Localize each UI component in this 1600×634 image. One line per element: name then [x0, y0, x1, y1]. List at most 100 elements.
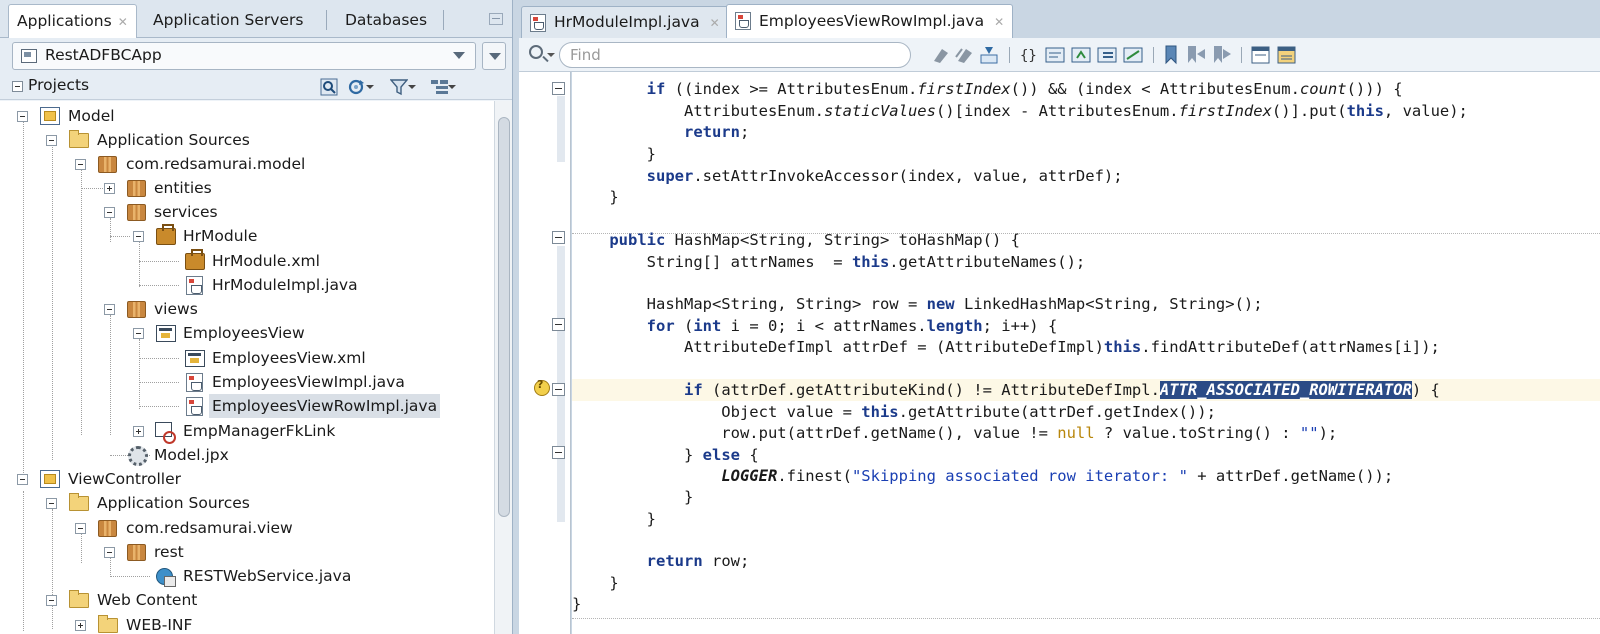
split-vertical-icon[interactable]: [1277, 45, 1297, 65]
tree-node-empmanagerfklink[interactable]: EmpManagerFkLink: [0, 419, 494, 444]
collapse-icon[interactable]: [75, 523, 86, 534]
code-line[interactable]: [572, 529, 1600, 551]
filter-icon[interactable]: [389, 78, 416, 96]
tree-node-restwebservice-java[interactable]: RESTWebService.java: [0, 564, 494, 588]
tree-node-web-inf[interactable]: WEB-INF: [0, 613, 494, 634]
close-icon[interactable]: ✕: [118, 15, 128, 29]
previous-bookmark-icon[interactable]: [1185, 45, 1205, 65]
collapse-icon[interactable]: [75, 159, 86, 170]
tree-node-model[interactable]: Model: [0, 104, 494, 128]
tree-node-hrmodule-xml[interactable]: HrModule.xml: [0, 249, 494, 273]
code-line[interactable]: }: [572, 593, 1600, 615]
tree-node-employeesview[interactable]: EmployeesView: [0, 321, 494, 345]
tree-node-rest[interactable]: rest: [0, 540, 494, 564]
code-line[interactable]: [572, 208, 1600, 230]
code-line[interactable]: AttributeDefImpl attrDef = (AttributeDef…: [572, 336, 1600, 358]
tree-node-employeesviewrowimpl-java[interactable]: EmployeesViewRowImpl.java: [0, 394, 494, 418]
application-menu-button[interactable]: [482, 42, 506, 70]
collapse-icon[interactable]: [12, 81, 23, 92]
tab-databases[interactable]: Databases: [337, 4, 435, 38]
close-icon[interactable]: ✕: [994, 15, 1004, 29]
view-options-icon[interactable]: [430, 78, 456, 96]
code-line[interactable]: return row;: [572, 550, 1600, 572]
collapse-icon[interactable]: [104, 547, 115, 558]
tree-node-hrmoduleimpl-java[interactable]: HrModuleImpl.java: [0, 273, 494, 297]
tree-node-package[interactable]: com.redsamurai.view: [0, 516, 494, 540]
code-assist-bulb-icon[interactable]: [533, 378, 550, 398]
collapse-icon[interactable]: [17, 111, 28, 122]
uncomment-icon[interactable]: [1071, 45, 1091, 65]
collapse-icon[interactable]: [46, 595, 57, 606]
find-input[interactable]: [559, 42, 911, 68]
collapse-icon[interactable]: [17, 474, 28, 485]
code-line[interactable]: LOGGER.finest("Skipping associated row i…: [572, 465, 1600, 487]
fold-icon[interactable]: [552, 82, 565, 95]
code-line[interactable]: return;: [572, 121, 1600, 143]
refresh-icon[interactable]: [348, 78, 374, 96]
code-line[interactable]: [572, 272, 1600, 294]
code-line[interactable]: }: [572, 508, 1600, 530]
expand-icon[interactable]: [75, 620, 86, 631]
tree-node-model-jpx[interactable]: Model.jpx: [0, 443, 494, 467]
bookmark-icon[interactable]: [1163, 45, 1183, 65]
tab-applications[interactable]: Applications ✕: [8, 4, 137, 38]
tab-employeesviewrowimpl-java[interactable]: EmployeesViewRowImpl.java ✕: [726, 4, 1014, 38]
code-editor[interactable]: if ((index >= AttributesEnum.firstIndex(…: [572, 72, 1600, 634]
split-horizontal-icon[interactable]: [1251, 45, 1271, 65]
braces-icon[interactable]: {}: [1019, 45, 1039, 65]
tree-scrollbar[interactable]: [494, 101, 512, 634]
application-selector[interactable]: RestADFBCApp: [12, 42, 476, 70]
collapse-icon[interactable]: [46, 135, 57, 146]
code-line[interactable]: String[] attrNames = this.getAttributeNa…: [572, 251, 1600, 273]
collapse-icon[interactable]: [46, 498, 57, 509]
fold-icon[interactable]: [552, 231, 565, 244]
code-line[interactable]: }: [572, 486, 1600, 508]
find-next-icon[interactable]: [955, 45, 975, 65]
chevron-down-icon[interactable]: [547, 53, 555, 57]
fold-icon[interactable]: [552, 318, 565, 331]
code-line[interactable]: Object value = this.getAttribute(attrDef…: [572, 401, 1600, 423]
next-bookmark-icon[interactable]: [1211, 45, 1231, 65]
code-line[interactable]: AttributesEnum.staticValues()[index - At…: [572, 100, 1600, 122]
expand-icon[interactable]: [133, 426, 144, 437]
close-icon[interactable]: ✕: [710, 16, 720, 30]
locate-in-tree-icon[interactable]: [320, 78, 338, 96]
code-line[interactable]: }: [572, 143, 1600, 165]
code-line[interactable]: } else {: [572, 444, 1600, 466]
collapse-icon[interactable]: [104, 207, 115, 218]
code-line[interactable]: if ((index >= AttributesEnum.firstIndex(…: [572, 78, 1600, 100]
code-line[interactable]: for (int i = 0; i < attrNames.length; i+…: [572, 315, 1600, 337]
tree-node-application-sources[interactable]: Application Sources: [0, 491, 494, 515]
minimize-icon[interactable]: [489, 13, 503, 25]
tree-node-employeesviewimpl-java[interactable]: EmployeesViewImpl.java: [0, 370, 494, 394]
code-line[interactable]: }: [572, 186, 1600, 208]
tree-node-entities[interactable]: entities: [0, 176, 494, 200]
search-icon[interactable]: [529, 45, 543, 59]
outdent-icon[interactable]: [1123, 45, 1143, 65]
comment-icon[interactable]: [1045, 45, 1065, 65]
tree-node-hrmodule[interactable]: HrModule: [0, 224, 494, 248]
find-previous-icon[interactable]: [931, 45, 951, 65]
tree-node-services[interactable]: services: [0, 200, 494, 224]
collapse-icon[interactable]: [133, 231, 144, 242]
code-line[interactable]: if (attrDef.getAttributeKind() != Attrib…: [572, 379, 1600, 401]
fold-icon[interactable]: [552, 446, 565, 459]
scrollbar-thumb[interactable]: [498, 117, 510, 517]
tree-node-application-sources[interactable]: Application Sources: [0, 128, 494, 152]
tree-node-viewcontroller[interactable]: ViewController: [0, 467, 494, 491]
tree-node-package[interactable]: com.redsamurai.model: [0, 152, 494, 176]
code-line[interactable]: super.setAttrInvokeAccessor(index, value…: [572, 165, 1600, 187]
code-line[interactable]: public HashMap<String, String> toHashMap…: [572, 229, 1600, 251]
code-line[interactable]: row.put(attrDef.getName(), value != null…: [572, 422, 1600, 444]
tab-hrmoduleimpl-java[interactable]: HrModuleImpl.java ✕: [521, 6, 729, 38]
expand-icon[interactable]: [104, 183, 115, 194]
highlight-occurrences-icon[interactable]: [979, 45, 999, 65]
tree-node-web-content[interactable]: Web Content: [0, 588, 494, 612]
code-line[interactable]: HashMap<String, String> row = new Linked…: [572, 293, 1600, 315]
collapse-icon[interactable]: [133, 328, 144, 339]
code-line[interactable]: }: [572, 572, 1600, 594]
indent-icon[interactable]: [1097, 45, 1117, 65]
collapse-icon[interactable]: [104, 304, 115, 315]
tab-application-servers[interactable]: Application Servers: [145, 4, 311, 38]
fold-icon[interactable]: [552, 383, 565, 396]
